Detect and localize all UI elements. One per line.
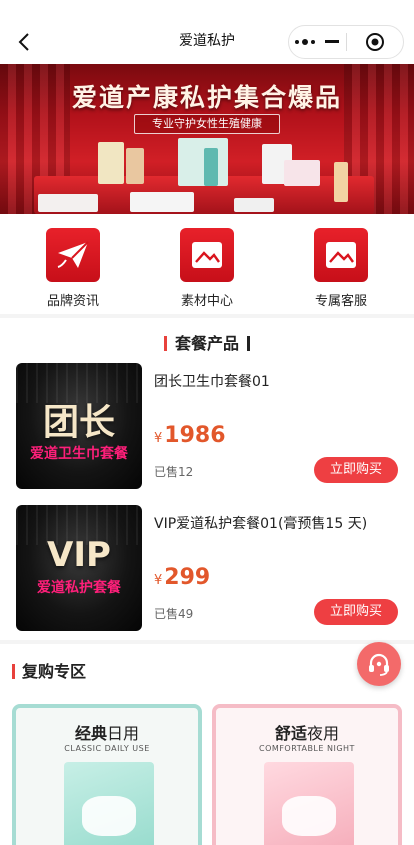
product-box — [38, 194, 98, 212]
menu-icon-tile — [314, 228, 368, 282]
product-box — [284, 160, 320, 186]
more-button[interactable] — [289, 25, 346, 59]
section-title: 复购专区 — [12, 658, 86, 682]
product-package — [264, 762, 354, 845]
buy-now-button[interactable]: 立即购买 — [314, 599, 398, 625]
title-bar-left — [163, 336, 167, 351]
sold-count: 已售12 — [154, 465, 194, 479]
product-box — [178, 138, 228, 186]
title-bar-left — [12, 664, 15, 679]
product-package — [64, 762, 154, 845]
product-price: ¥299 — [154, 565, 210, 590]
product-name: 团长卫生巾套餐01 — [154, 374, 270, 390]
heading-bold: 舒适 — [274, 724, 307, 743]
paper-plane-icon — [57, 241, 89, 268]
product-card[interactable]: VIP 爱道私护套餐 VIP爱道私护套餐01(膏预售15 天) ¥299 已售4… — [16, 505, 398, 631]
card-heading: 舒适夜用 — [216, 720, 398, 744]
menu-item-customer-service[interactable]: 专属客服 — [286, 228, 396, 309]
mini-program-capsule — [288, 25, 404, 59]
more-dots-icon — [295, 39, 316, 45]
minimize-icon — [325, 40, 340, 43]
thumbnail-headline: VIP — [47, 535, 111, 575]
price-value: 299 — [164, 565, 211, 590]
navigation-bar: 爱道私护 — [0, 0, 414, 64]
price-value: 1986 — [164, 423, 226, 448]
menu-label: 素材中心 — [180, 294, 233, 309]
menu-item-materials[interactable]: 素材中心 — [152, 228, 262, 309]
card-subtitle: COMFORTABLE NIGHT — [259, 744, 355, 753]
menu-item-brand-news[interactable]: 品牌资讯 — [18, 228, 128, 309]
product-box — [234, 198, 274, 212]
product-name: VIP爱道私护套餐01(膏预售15 天) — [154, 516, 368, 532]
sold-count: 已售49 — [154, 607, 194, 621]
package-section: 套餐产品 团长 爱道卫生巾套餐 团长卫生巾套餐01 ¥1986 已售12 立即购… — [0, 318, 414, 640]
product-bottle — [334, 162, 348, 202]
product-bottle — [204, 148, 218, 186]
section-title: 套餐产品 — [0, 330, 414, 354]
headset-icon — [369, 653, 389, 676]
thumbnail-tagline: 爱道私护套餐 — [37, 580, 121, 596]
repurchase-card[interactable]: 经典日用 CLASSIC DAILY USE — [12, 704, 202, 845]
close-button[interactable] — [346, 25, 403, 59]
buy-now-button[interactable]: 立即购买 — [314, 457, 398, 483]
thumbnail-tagline: 爱道卫生巾套餐 — [30, 446, 128, 462]
product-box — [126, 148, 144, 184]
menu-icon-tile — [46, 228, 100, 282]
close-target-icon — [365, 33, 384, 51]
section-title-text: 套餐产品 — [174, 334, 239, 353]
title-bar-right — [247, 336, 250, 351]
pad-graphic — [82, 796, 136, 836]
customer-service-fab[interactable] — [357, 642, 401, 686]
product-thumbnail: VIP 爱道私护套餐 — [16, 505, 142, 631]
image-icon — [326, 242, 356, 268]
menu-label: 专属客服 — [314, 294, 367, 309]
card-heading: 经典日用 — [16, 720, 198, 744]
heading-light: 日用 — [107, 724, 140, 743]
heading-light: 夜用 — [307, 724, 340, 743]
currency-symbol: ¥ — [154, 431, 163, 446]
product-box — [130, 192, 194, 212]
product-thumbnail: 团长 爱道卫生巾套餐 — [16, 363, 142, 489]
promo-banner[interactable]: 爱道产康私护集合爆品 专业守护女性生殖健康 — [0, 64, 414, 214]
repurchase-section: 复购专区 经典日用 CLASSIC DAILY USE 舒适夜用 COMFORT… — [0, 644, 414, 845]
heading-bold: 经典 — [74, 724, 107, 743]
section-title-text: 复购专区 — [22, 662, 87, 681]
product-box — [98, 142, 124, 184]
menu-label: 品牌资讯 — [46, 294, 99, 309]
thumbnail-headline: 团长 — [42, 402, 115, 443]
image-icon — [192, 242, 222, 268]
banner-subtitle: 专业守护女性生殖健康 — [134, 114, 280, 134]
product-price: ¥1986 — [154, 423, 226, 448]
product-card[interactable]: 团长 爱道卫生巾套餐 团长卫生巾套餐01 ¥1986 已售12 立即购买 — [16, 363, 398, 489]
banner-title: 爱道产康私护集合爆品 — [71, 83, 342, 112]
menu-icon-tile — [180, 228, 234, 282]
pad-graphic — [282, 796, 336, 836]
repurchase-card[interactable]: 舒适夜用 COMFORTABLE NIGHT — [212, 704, 402, 845]
icon-menu: 品牌资讯 素材中心 专属客服 — [0, 214, 414, 314]
card-subtitle: CLASSIC DAILY USE — [64, 744, 150, 753]
currency-symbol: ¥ — [154, 573, 163, 588]
